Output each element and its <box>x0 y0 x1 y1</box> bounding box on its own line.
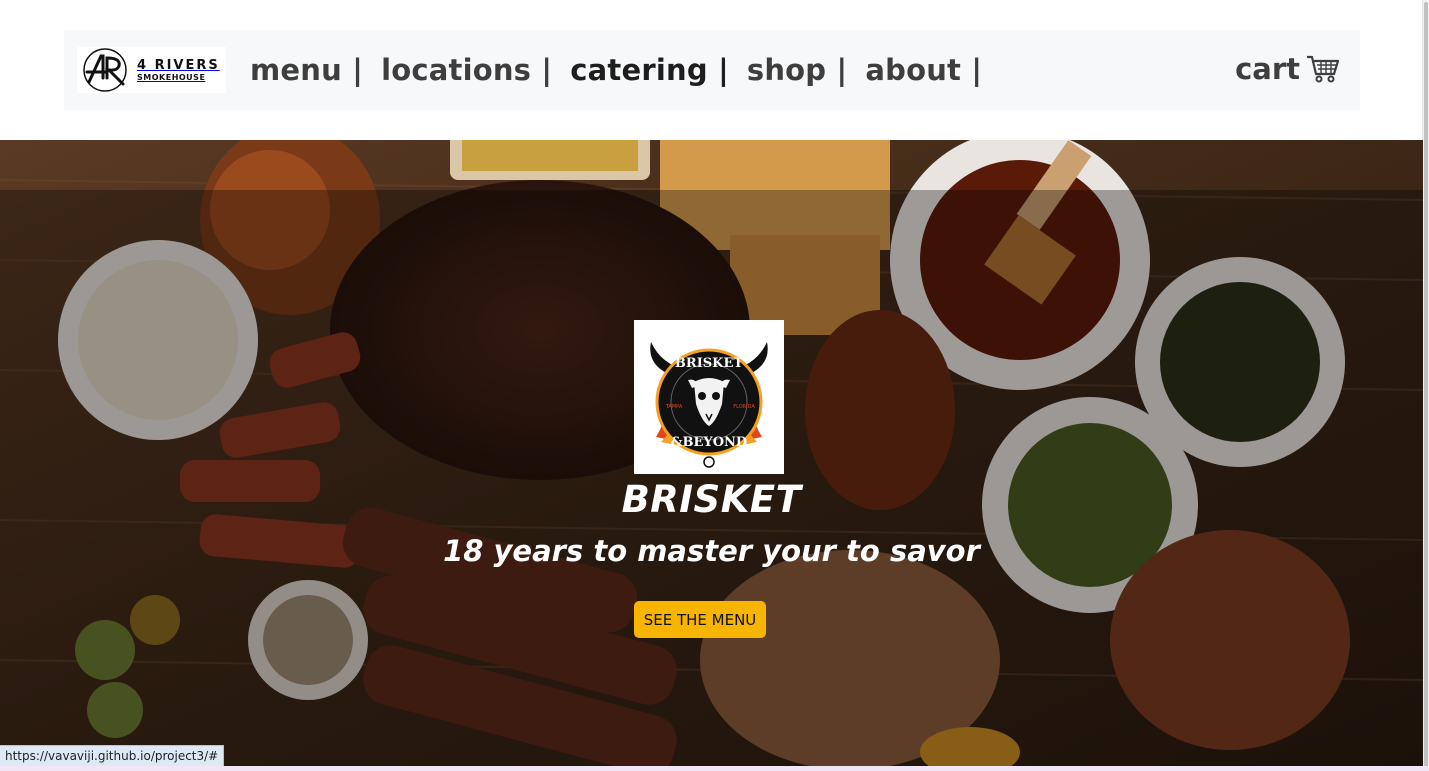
brand-name-line2: SMOKEHOUSE <box>137 72 206 82</box>
4r-logo-icon <box>83 48 127 92</box>
navbar: 4 RIVERS SMOKEHOUSE menu | locations | c… <box>64 30 1360 110</box>
hero-title: BRISKET <box>621 478 802 521</box>
nav-item-locations[interactable]: locations | <box>381 53 552 87</box>
shopping-cart-icon <box>1307 55 1340 83</box>
see-the-menu-button[interactable]: SEE THE MENU <box>634 601 766 638</box>
hero-section: BRISKET &BEYOND TAMPA FLORIDA BRISKET 18… <box>0 140 1423 767</box>
brand-name: 4 RIVERS SMOKEHOUSE <box>137 59 220 82</box>
bottom-strip <box>0 766 1429 771</box>
cart-link[interactable]: cart <box>1235 52 1340 86</box>
badge-text-left: TAMPA <box>665 404 683 410</box>
nav-item-catering[interactable]: catering | <box>570 53 729 87</box>
badge-text-right: FLORIDA <box>733 404 755 410</box>
cart-label: cart <box>1235 52 1300 86</box>
nav-item-shop[interactable]: shop | <box>747 53 847 87</box>
brand-name-line1: 4 RIVERS <box>137 57 220 73</box>
page-scrollbar[interactable] <box>1422 0 1429 771</box>
scrollbar-thumb[interactable] <box>1424 2 1428 767</box>
nav-item-about[interactable]: about | <box>865 53 982 87</box>
status-bar-url: https://vavaviji.github.io/project3/# <box>0 745 225 766</box>
bull-skull-icon: BRISKET &BEYOND TAMPA FLORIDA <box>650 342 768 468</box>
nav-item-menu[interactable]: menu | <box>250 53 363 87</box>
brand-logo[interactable]: 4 RIVERS SMOKEHOUSE <box>77 47 226 93</box>
hero-subtitle: 18 years to master your to savor <box>443 534 980 568</box>
main-nav: menu | locations | catering | shop | abo… <box>250 53 1000 87</box>
brisket-beyond-badge: BRISKET &BEYOND TAMPA FLORIDA <box>634 320 784 474</box>
badge-text-top: BRISKET <box>675 356 743 371</box>
badge-text-bottom: &BEYOND <box>671 435 747 450</box>
